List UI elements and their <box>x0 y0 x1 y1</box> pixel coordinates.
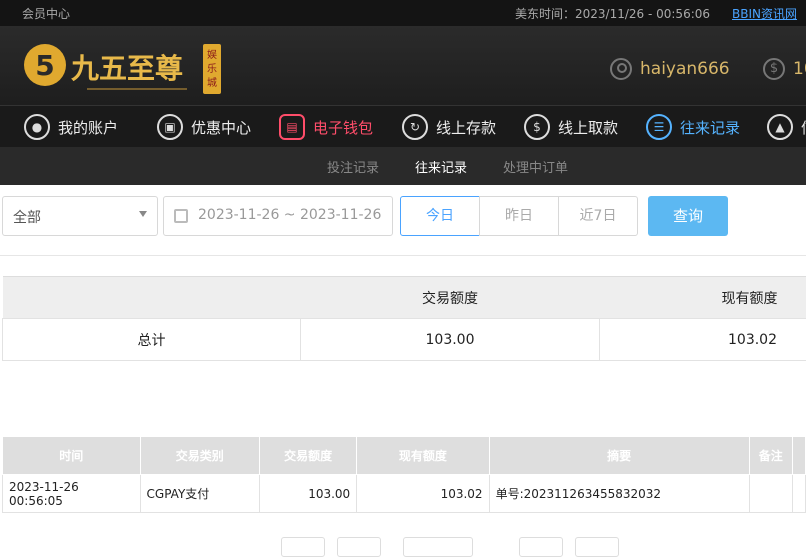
nav-online-deposit[interactable]: ↻线上存款 <box>402 114 496 140</box>
svg-text:九五至尊: 九五至尊 <box>71 52 183 85</box>
table-cell <box>793 475 806 513</box>
column-header: 交易类别 <box>140 437 260 475</box>
svg-text:5: 5 <box>35 49 54 82</box>
table-row: 2023-11-26 00:56:05 CGPAY支付 103.00 103.0… <box>3 475 806 513</box>
nav-my-account[interactable]: ●我的账户 <box>24 114 118 140</box>
pager-first-button[interactable] <box>281 537 325 557</box>
summary-header: 现有额度 <box>600 277 806 319</box>
column-header: 摘要 <box>489 437 749 475</box>
summary-row: 总计 103.00 103.02 <box>3 319 806 361</box>
user-icon: ● <box>24 114 50 140</box>
yesterday-button[interactable]: 昨日 <box>479 196 559 236</box>
query-button[interactable]: 查询 <box>648 196 728 236</box>
user-profile[interactable]: haiyan666 <box>610 58 730 80</box>
filter-bar: 全部 2023-11-26 ~ 2023-11-26 今日 昨日 近7日 查询 <box>0 185 806 245</box>
column-header: 交易额度 <box>260 437 357 475</box>
summary-header <box>3 277 301 319</box>
today-button[interactable]: 今日 <box>400 196 480 236</box>
table-cell: CGPAY支付 <box>140 475 260 513</box>
tab-pending-orders[interactable]: 处理中订单 <box>503 157 568 176</box>
table-cell: 103.00 <box>260 475 357 513</box>
dollar-icon: $ <box>763 58 785 80</box>
nav-records[interactable]: ☰往来记录 <box>646 114 740 140</box>
pager-next-button[interactable] <box>519 537 563 557</box>
top-bar: 会员中心 美东时间：2023/11/26 - 00:56:06 BBIN资讯网 <box>0 0 806 26</box>
type-select[interactable]: 全部 <box>2 196 158 236</box>
table-cell: 单号:202311263455832032 <box>489 475 749 513</box>
nav-promotions[interactable]: ▣优惠中心 <box>157 114 251 140</box>
table-cell: 103.02 <box>357 475 489 513</box>
summary-table: 交易额度 现有额度 总计 103.00 103.02 <box>2 276 806 361</box>
bell-icon: ▲ <box>767 114 793 140</box>
balance-value: 10 <box>793 59 806 79</box>
sub-nav: 投注记录 往来记录 处理中订单 <box>0 147 806 185</box>
column-header: 现有额度 <box>357 437 489 475</box>
column-header <box>793 437 806 475</box>
user-avatar-icon <box>610 58 632 80</box>
tab-bet-records[interactable]: 投注记录 <box>327 157 379 176</box>
detail-table: 时间 交易类别 交易额度 现有额度 摘要 备注 2023-11-26 00:56… <box>2 436 806 513</box>
table-cell: 2023-11-26 00:56:05 <box>3 475 141 513</box>
column-header: 时间 <box>3 437 141 475</box>
username: haiyan666 <box>640 59 730 79</box>
svg-text:城: 城 <box>207 77 217 89</box>
nav-online-withdraw[interactable]: $线上取款 <box>524 114 618 140</box>
bbin-info-link[interactable]: BBIN资讯网 <box>732 5 797 22</box>
nav-messages[interactable]: ▲信 <box>767 114 806 140</box>
deposit-icon: ↻ <box>402 114 428 140</box>
member-center-link[interactable]: 会员中心 <box>22 5 70 22</box>
pager-last-button[interactable] <box>575 537 619 557</box>
pager-page-input[interactable] <box>403 537 473 557</box>
wallet-icon: ▤ <box>279 114 305 140</box>
chevron-down-icon <box>139 211 147 217</box>
date-range-input[interactable]: 2023-11-26 ~ 2023-11-26 <box>163 196 393 236</box>
calendar-icon <box>174 209 188 223</box>
records-icon: ☰ <box>646 114 672 140</box>
pager-prev-button[interactable] <box>337 537 381 557</box>
summary-cell: 总计 <box>3 319 301 361</box>
last-7-days-button[interactable]: 近7日 <box>558 196 638 236</box>
svg-text:娱: 娱 <box>207 48 217 61</box>
summary-cell: 103.02 <box>600 319 806 361</box>
main-nav: ●我的账户 ▣优惠中心 ▤电子钱包 ↻线上存款 $线上取款 ☰往来记录 ▲信 <box>0 105 806 147</box>
summary-cell: 103.00 <box>301 319 600 361</box>
header: 5 九五至尊 娱 乐 城 haiyan666 $ 10 <box>0 26 806 105</box>
tab-transfer-records[interactable]: 往来记录 <box>415 157 467 176</box>
eastern-time: 美东时间：2023/11/26 - 00:56:06 <box>515 5 710 22</box>
nav-e-wallet[interactable]: ▤电子钱包 <box>279 114 373 140</box>
divider <box>0 255 806 256</box>
table-cell <box>749 475 792 513</box>
summary-header: 交易额度 <box>301 277 600 319</box>
withdraw-icon: $ <box>524 114 550 140</box>
gift-icon: ▣ <box>157 114 183 140</box>
brand-logo[interactable]: 5 九五至尊 娱 乐 城 <box>21 38 231 96</box>
balance[interactable]: $ 10 <box>763 58 806 80</box>
svg-text:乐: 乐 <box>207 63 217 75</box>
column-header: 备注 <box>749 437 792 475</box>
